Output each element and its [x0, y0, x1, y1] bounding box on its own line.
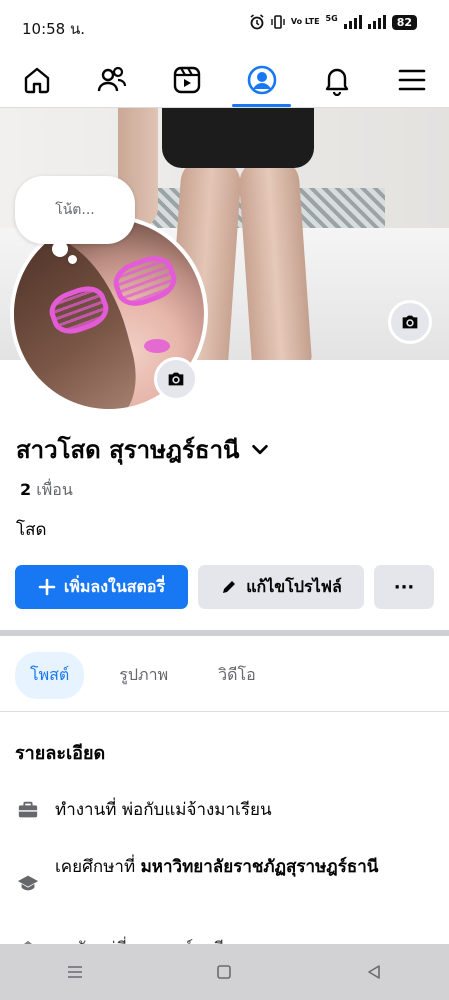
note-bubble[interactable]: โน้ต...: [15, 176, 135, 244]
signal-2-icon: [367, 15, 386, 29]
detail-education-school[interactable]: มหาวิทยาลัยราชภัฏสุราษฎร์ธานี: [141, 857, 379, 877]
friends-count-number: 2: [20, 480, 32, 499]
details-heading: รายละเอียด: [15, 743, 106, 764]
detail-work-text: ทำงานที่ พ่อกับแม่จ้างมาเรียน: [55, 800, 272, 820]
battery-indicator: 82: [391, 14, 417, 30]
add-to-story-button[interactable]: เพิ่มลงในสตอรี่: [15, 565, 188, 609]
edit-profile-label: แก้ไขโปรไฟล์: [246, 576, 342, 596]
home-button-icon[interactable]: [213, 961, 235, 983]
menu-icon: [398, 69, 425, 90]
network-5g-label: 5G: [325, 13, 338, 23]
profile-icon: [247, 65, 277, 94]
system-navigation-bar: [0, 944, 449, 1000]
plus-icon: [38, 578, 56, 596]
recent-apps-icon[interactable]: [64, 961, 86, 983]
video-icon: [173, 66, 201, 93]
friends-icon: [98, 66, 127, 91]
nav-home[interactable]: [0, 52, 75, 107]
note-placeholder: โน้ต...: [55, 202, 95, 218]
vibrate-icon: [271, 15, 285, 29]
nav-profile[interactable]: [224, 52, 299, 107]
alarm-icon: [250, 14, 264, 30]
more-options-button[interactable]: ···: [374, 565, 434, 609]
status-time: 10:58 น.: [22, 20, 86, 38]
profile-name-row[interactable]: สาวโสด สุราษฎร์ธานี: [16, 430, 271, 469]
tab-posts[interactable]: โพสต์: [15, 652, 85, 699]
section-divider: [0, 630, 449, 636]
signal-1-icon: [343, 15, 362, 29]
nav-video[interactable]: [150, 52, 225, 107]
note-tail-small: [68, 255, 77, 264]
profile-tabs: โพสต์ รูปภาพ วิดีโอ: [15, 652, 271, 699]
detail-education-prefix: เคยศึกษาที่: [55, 857, 136, 877]
detail-education: เคยศึกษาที่ มหาวิทยาลัยราชภัฏสุราษฎร์ธาน…: [15, 852, 415, 898]
camera-icon: [168, 372, 184, 386]
status-bar: 10:58 น. Vo LTE 5G 82: [0, 0, 449, 52]
top-navigation: [0, 52, 449, 108]
nav-notifications[interactable]: [299, 52, 374, 107]
edit-profile-button[interactable]: แก้ไขโปรไฟล์: [198, 565, 364, 609]
note-tail: [52, 241, 68, 257]
volte-indicator: Vo LTE: [290, 17, 320, 26]
tab-videos[interactable]: วิดีโอ: [203, 652, 271, 699]
camera-icon: [402, 315, 418, 329]
more-options-icon: ···: [393, 576, 415, 598]
friends-count-label: เพื่อน: [36, 480, 73, 499]
home-icon: [25, 67, 50, 93]
bell-icon: [325, 68, 348, 96]
add-to-story-label: เพิ่มลงในสตอรี่: [63, 576, 166, 596]
briefcase-icon: [18, 801, 38, 818]
pencil-icon: [223, 581, 236, 593]
tabs-divider: [0, 711, 449, 712]
graduation-cap-icon: [17, 875, 39, 891]
profile-name: สาวโสด สุราษฎร์ธานี: [16, 436, 240, 464]
detail-work: ทำงานที่ พ่อกับแม่จ้างมาเรียน: [15, 795, 272, 825]
edit-cover-button[interactable]: [388, 300, 432, 344]
nav-friends[interactable]: [75, 52, 150, 107]
status-icons: Vo LTE 5G 82: [249, 14, 417, 30]
nav-menu[interactable]: [374, 52, 449, 107]
profile-actions: เพิ่มลงในสตอรี่ แก้ไขโปรไฟล์ ···: [15, 565, 435, 609]
back-icon[interactable]: [363, 961, 385, 983]
tab-photos[interactable]: รูปภาพ: [104, 652, 183, 699]
friends-count[interactable]: 2 เพื่อน: [20, 478, 73, 503]
chevron-down-icon[interactable]: [249, 439, 271, 461]
edit-avatar-button[interactable]: [154, 357, 198, 401]
relationship-status: โสด: [16, 520, 47, 540]
